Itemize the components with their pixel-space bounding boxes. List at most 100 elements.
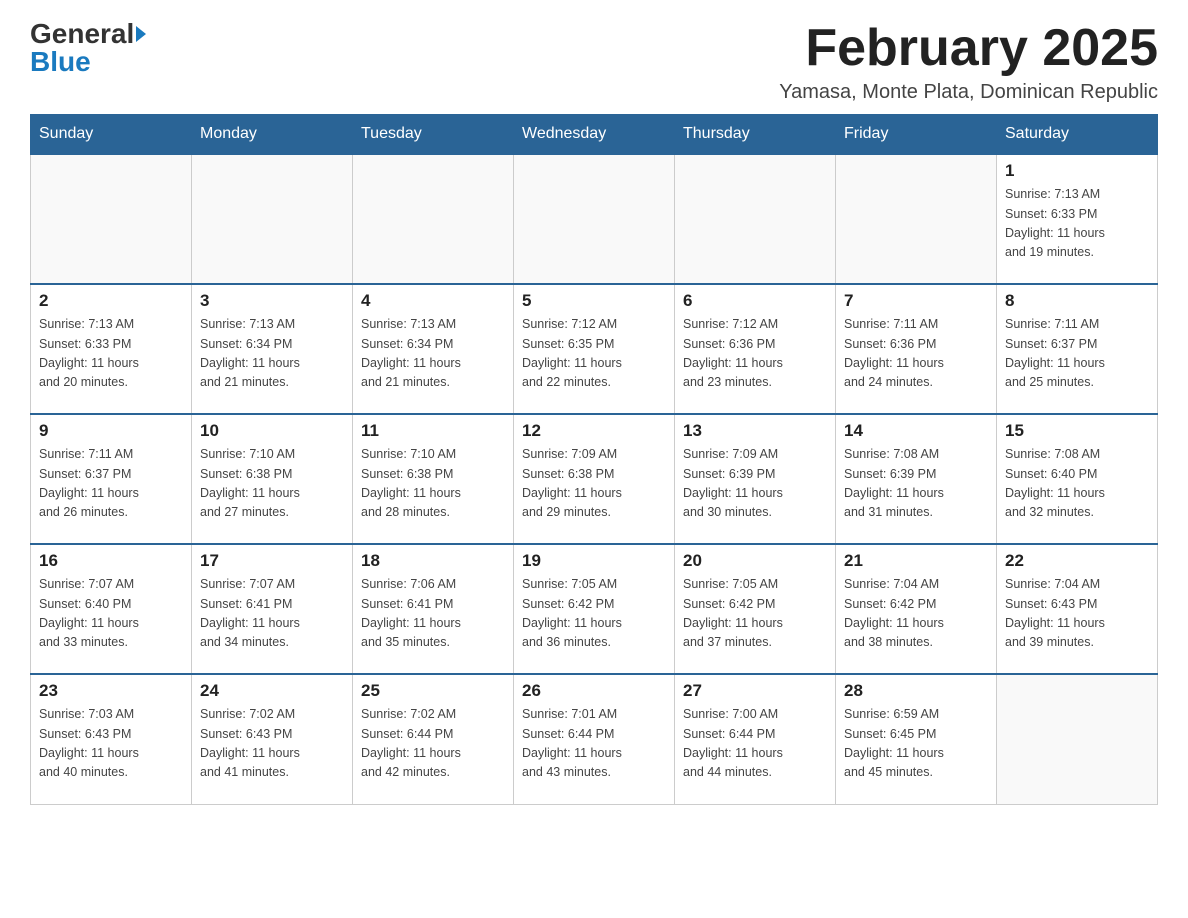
day-info: Sunrise: 7:10 AM Sunset: 6:38 PM Dayligh… xyxy=(200,445,344,523)
day-number: 1 xyxy=(1005,161,1149,181)
day-number: 7 xyxy=(844,291,988,311)
day-info: Sunrise: 7:13 AM Sunset: 6:33 PM Dayligh… xyxy=(39,315,183,393)
day-cell xyxy=(31,154,192,284)
day-cell: 5 Sunrise: 7:12 AM Sunset: 6:35 PM Daylig… xyxy=(514,284,675,414)
day-number: 26 xyxy=(522,681,666,701)
day-cell xyxy=(192,154,353,284)
col-header-monday: Monday xyxy=(192,115,353,155)
week-row-4: 16 Sunrise: 7:07 AM Sunset: 6:40 PM Dayli… xyxy=(31,544,1158,674)
day-number: 11 xyxy=(361,421,505,441)
day-info: Sunrise: 7:08 AM Sunset: 6:39 PM Dayligh… xyxy=(844,445,988,523)
day-cell xyxy=(836,154,997,284)
day-info: Sunrise: 7:13 AM Sunset: 6:33 PM Dayligh… xyxy=(1005,185,1149,263)
day-cell: 3 Sunrise: 7:13 AM Sunset: 6:34 PM Daylig… xyxy=(192,284,353,414)
week-row-3: 9 Sunrise: 7:11 AM Sunset: 6:37 PM Daylig… xyxy=(31,414,1158,544)
day-cell xyxy=(514,154,675,284)
day-info: Sunrise: 7:05 AM Sunset: 6:42 PM Dayligh… xyxy=(522,575,666,653)
day-info: Sunrise: 7:04 AM Sunset: 6:42 PM Dayligh… xyxy=(844,575,988,653)
day-info: Sunrise: 7:09 AM Sunset: 6:39 PM Dayligh… xyxy=(683,445,827,523)
day-info: Sunrise: 7:11 AM Sunset: 6:36 PM Dayligh… xyxy=(844,315,988,393)
day-cell: 19 Sunrise: 7:05 AM Sunset: 6:42 PM Dayli… xyxy=(514,544,675,674)
day-info: Sunrise: 7:05 AM Sunset: 6:42 PM Dayligh… xyxy=(683,575,827,653)
day-cell xyxy=(353,154,514,284)
day-number: 21 xyxy=(844,551,988,571)
day-cell: 15Sunrise: 7:08 AM Sunset: 6:40 PM Dayli… xyxy=(997,414,1158,544)
day-number: 5 xyxy=(522,291,666,311)
calendar-table: SundayMondayTuesdayWednesdayThursdayFrid… xyxy=(30,114,1158,805)
day-number: 28 xyxy=(844,681,988,701)
day-info: Sunrise: 7:12 AM Sunset: 6:36 PM Dayligh… xyxy=(683,315,827,393)
day-number: 24 xyxy=(200,681,344,701)
day-number: 17 xyxy=(200,551,344,571)
day-cell: 6 Sunrise: 7:12 AM Sunset: 6:36 PM Daylig… xyxy=(675,284,836,414)
day-number: 19 xyxy=(522,551,666,571)
day-info: Sunrise: 7:12 AM Sunset: 6:35 PM Dayligh… xyxy=(522,315,666,393)
day-info: Sunrise: 7:13 AM Sunset: 6:34 PM Dayligh… xyxy=(361,315,505,393)
day-number: 6 xyxy=(683,291,827,311)
col-header-saturday: Saturday xyxy=(997,115,1158,155)
week-row-5: 23 Sunrise: 7:03 AM Sunset: 6:43 PM Dayli… xyxy=(31,674,1158,804)
day-number: 23 xyxy=(39,681,183,701)
day-info: Sunrise: 7:01 AM Sunset: 6:44 PM Dayligh… xyxy=(522,705,666,783)
day-info: Sunrise: 7:04 AM Sunset: 6:43 PM Dayligh… xyxy=(1005,575,1149,653)
week-row-2: 2 Sunrise: 7:13 AM Sunset: 6:33 PM Daylig… xyxy=(31,284,1158,414)
logo: General Blue xyxy=(30,20,146,76)
day-number: 13 xyxy=(683,421,827,441)
day-info: Sunrise: 7:10 AM Sunset: 6:38 PM Dayligh… xyxy=(361,445,505,523)
location-subtitle: Yamasa, Monte Plata, Dominican Republic xyxy=(779,81,1158,104)
logo-arrow-icon xyxy=(136,26,146,42)
col-header-sunday: Sunday xyxy=(31,115,192,155)
day-number: 2 xyxy=(39,291,183,311)
day-info: Sunrise: 7:11 AM Sunset: 6:37 PM Dayligh… xyxy=(39,445,183,523)
calendar-header-row: SundayMondayTuesdayWednesdayThursdayFrid… xyxy=(31,115,1158,155)
day-number: 4 xyxy=(361,291,505,311)
day-info: Sunrise: 7:07 AM Sunset: 6:40 PM Dayligh… xyxy=(39,575,183,653)
day-cell: 23 Sunrise: 7:03 AM Sunset: 6:43 PM Dayli… xyxy=(31,674,192,804)
title-section: February 2025 Yamasa, Monte Plata, Domin… xyxy=(779,20,1158,104)
day-number: 12 xyxy=(522,421,666,441)
day-number: 8 xyxy=(1005,291,1149,311)
day-number: 9 xyxy=(39,421,183,441)
day-cell: 14 Sunrise: 7:08 AM Sunset: 6:39 PM Dayli… xyxy=(836,414,997,544)
day-info: Sunrise: 7:02 AM Sunset: 6:43 PM Dayligh… xyxy=(200,705,344,783)
day-info: Sunrise: 7:02 AM Sunset: 6:44 PM Dayligh… xyxy=(361,705,505,783)
col-header-friday: Friday xyxy=(836,115,997,155)
day-cell: 4 Sunrise: 7:13 AM Sunset: 6:34 PM Daylig… xyxy=(353,284,514,414)
day-number: 22 xyxy=(1005,551,1149,571)
day-number: 18 xyxy=(361,551,505,571)
day-number: 10 xyxy=(200,421,344,441)
day-number: 27 xyxy=(683,681,827,701)
day-info: Sunrise: 7:13 AM Sunset: 6:34 PM Dayligh… xyxy=(200,315,344,393)
day-cell: 11 Sunrise: 7:10 AM Sunset: 6:38 PM Dayli… xyxy=(353,414,514,544)
day-cell: 2 Sunrise: 7:13 AM Sunset: 6:33 PM Daylig… xyxy=(31,284,192,414)
month-year-title: February 2025 xyxy=(779,20,1158,77)
logo-text-general: General xyxy=(30,20,134,48)
day-number: 16 xyxy=(39,551,183,571)
day-cell: 7 Sunrise: 7:11 AM Sunset: 6:36 PM Daylig… xyxy=(836,284,997,414)
day-cell: 16 Sunrise: 7:07 AM Sunset: 6:40 PM Dayli… xyxy=(31,544,192,674)
day-cell: 27 Sunrise: 7:00 AM Sunset: 6:44 PM Dayli… xyxy=(675,674,836,804)
day-info: Sunrise: 7:07 AM Sunset: 6:41 PM Dayligh… xyxy=(200,575,344,653)
day-number: 14 xyxy=(844,421,988,441)
day-cell: 10 Sunrise: 7:10 AM Sunset: 6:38 PM Dayli… xyxy=(192,414,353,544)
day-cell: 22 Sunrise: 7:04 AM Sunset: 6:43 PM Dayli… xyxy=(997,544,1158,674)
day-info: Sunrise: 7:03 AM Sunset: 6:43 PM Dayligh… xyxy=(39,705,183,783)
day-cell xyxy=(675,154,836,284)
week-row-1: 1 Sunrise: 7:13 AM Sunset: 6:33 PM Daylig… xyxy=(31,154,1158,284)
day-info: Sunrise: 7:06 AM Sunset: 6:41 PM Dayligh… xyxy=(361,575,505,653)
day-cell: 28 Sunrise: 6:59 AM Sunset: 6:45 PM Dayli… xyxy=(836,674,997,804)
col-header-tuesday: Tuesday xyxy=(353,115,514,155)
day-cell: 24 Sunrise: 7:02 AM Sunset: 6:43 PM Dayli… xyxy=(192,674,353,804)
day-cell: 9 Sunrise: 7:11 AM Sunset: 6:37 PM Daylig… xyxy=(31,414,192,544)
page-header: General Blue February 2025 Yamasa, Monte… xyxy=(30,20,1158,104)
day-cell: 21 Sunrise: 7:04 AM Sunset: 6:42 PM Dayli… xyxy=(836,544,997,674)
col-header-wednesday: Wednesday xyxy=(514,115,675,155)
day-number: 3 xyxy=(200,291,344,311)
day-info: Sunrise: 7:00 AM Sunset: 6:44 PM Dayligh… xyxy=(683,705,827,783)
day-info: Sunrise: 6:59 AM Sunset: 6:45 PM Dayligh… xyxy=(844,705,988,783)
day-cell: 26 Sunrise: 7:01 AM Sunset: 6:44 PM Dayli… xyxy=(514,674,675,804)
day-number: 15 xyxy=(1005,421,1149,441)
day-info: Sunrise: 7:09 AM Sunset: 6:38 PM Dayligh… xyxy=(522,445,666,523)
logo-text-blue: Blue xyxy=(30,48,91,76)
day-number: 20 xyxy=(683,551,827,571)
